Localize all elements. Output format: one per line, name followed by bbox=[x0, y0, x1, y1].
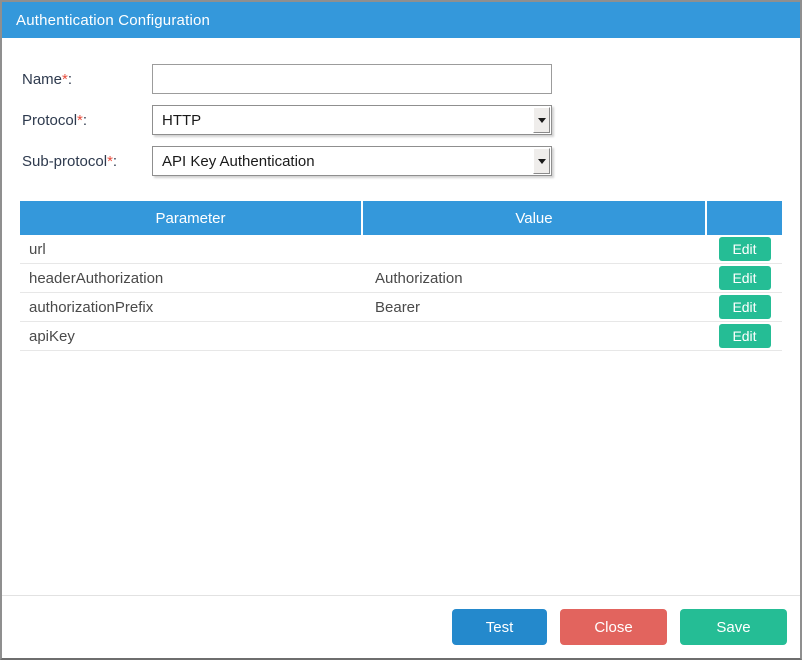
dropdown-arrow-icon[interactable] bbox=[533, 148, 550, 174]
table-row: url Edit bbox=[20, 235, 782, 264]
actions-column-header bbox=[707, 201, 782, 235]
parameter-name-cell: authorizationPrefix bbox=[20, 299, 363, 316]
sub-protocol-label-text: Sub-protocol bbox=[22, 153, 107, 170]
sub-protocol-label: Sub-protocol*: bbox=[22, 153, 152, 170]
label-colon: : bbox=[68, 71, 72, 88]
protocol-select-value: HTTP bbox=[162, 112, 201, 129]
protocol-label-text: Protocol bbox=[22, 112, 77, 129]
protocol-label: Protocol*: bbox=[22, 112, 152, 129]
name-input[interactable] bbox=[152, 64, 552, 94]
label-colon: : bbox=[113, 153, 117, 170]
test-button[interactable]: Test bbox=[452, 609, 547, 645]
parameter-value-cell: Bearer bbox=[363, 299, 707, 316]
sub-protocol-select[interactable]: API Key Authentication bbox=[152, 146, 552, 176]
edit-button[interactable]: Edit bbox=[719, 324, 771, 348]
sub-protocol-field-row: Sub-protocol*: API Key Authentication bbox=[22, 146, 800, 176]
sub-protocol-select-value: API Key Authentication bbox=[162, 153, 315, 170]
save-button[interactable]: Save bbox=[680, 609, 787, 645]
actions-cell: Edit bbox=[707, 295, 782, 319]
actions-cell: Edit bbox=[707, 237, 782, 261]
parameter-name-cell: headerAuthorization bbox=[20, 270, 363, 287]
table-header: Parameter Value bbox=[20, 201, 782, 235]
protocol-select[interactable]: HTTP bbox=[152, 105, 552, 135]
parameter-value-cell: Authorization bbox=[363, 270, 707, 287]
table-row: authorizationPrefixBearer Edit bbox=[20, 293, 782, 322]
table-body: url Edit headerAuthorizationAuthorization E… bbox=[20, 235, 782, 351]
authentication-configuration-dialog: Authentication Configuration Name*: Prot… bbox=[0, 0, 802, 660]
dropdown-arrow-icon[interactable] bbox=[533, 107, 550, 133]
table-row: headerAuthorizationAuthorization Edit bbox=[20, 264, 782, 293]
parameter-column-header: Parameter bbox=[20, 201, 363, 235]
label-colon: : bbox=[83, 112, 87, 129]
dialog-footer: Test Close Save bbox=[2, 595, 800, 658]
name-label: Name*: bbox=[22, 71, 152, 88]
close-button[interactable]: Close bbox=[560, 609, 667, 645]
value-column-header: Value bbox=[363, 201, 707, 235]
edit-button[interactable]: Edit bbox=[719, 295, 771, 319]
parameters-table: Parameter Value urlEditheaderAuthorizati… bbox=[20, 201, 782, 351]
protocol-field-row: Protocol*: HTTP bbox=[22, 105, 800, 135]
auth-form: Name*: Protocol*: HTTP Sub-protocol*: AP… bbox=[2, 64, 800, 176]
parameter-name-cell: apiKey bbox=[20, 328, 363, 345]
name-label-text: Name bbox=[22, 71, 62, 88]
actions-cell: Edit bbox=[707, 324, 782, 348]
table-row: apiKey Edit bbox=[20, 322, 782, 351]
parameter-name-cell: url bbox=[20, 241, 363, 258]
edit-button[interactable]: Edit bbox=[719, 266, 771, 290]
edit-button[interactable]: Edit bbox=[719, 237, 771, 261]
name-field-row: Name*: bbox=[22, 64, 800, 94]
actions-cell: Edit bbox=[707, 266, 782, 290]
dialog-title: Authentication Configuration bbox=[2, 2, 800, 38]
